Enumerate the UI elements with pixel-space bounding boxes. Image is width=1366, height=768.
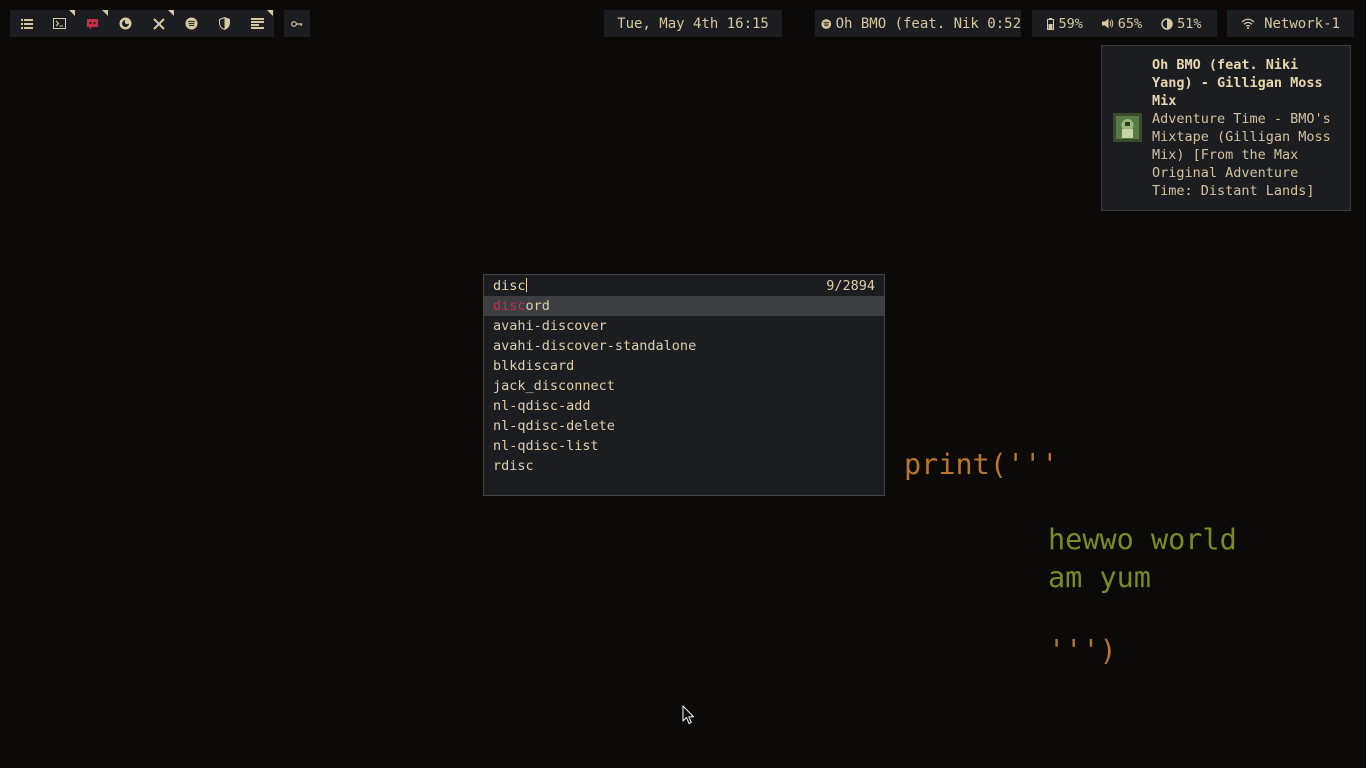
result-label: ord [525, 298, 550, 314]
result-label: blkdiscard [493, 358, 575, 374]
text-caret [525, 278, 527, 292]
volume-icon [1101, 18, 1114, 29]
workspace-6[interactable] [175, 10, 208, 37]
terminal-icon [53, 18, 66, 29]
result-item[interactable]: nl-qdisc-list [484, 436, 884, 456]
result-label: nl-qdisc-add [493, 398, 591, 414]
result-label: rdisc [493, 458, 534, 474]
volume-text: 65% [1117, 15, 1143, 32]
wallpaper-code-line: hewwo world [1048, 523, 1237, 556]
mouse-pointer-icon [682, 705, 695, 725]
firefox-icon [119, 17, 132, 30]
result-count: 9/2894 [826, 278, 875, 294]
brightness-text: 51% [1177, 15, 1202, 32]
clock-text: Tue, May 4th 16:15 [617, 15, 769, 32]
result-item[interactable]: nl-qdisc-add [484, 396, 884, 416]
wallpaper-code-line: am yum [1048, 561, 1151, 594]
battery-text: 59% [1058, 15, 1083, 32]
workspace-7[interactable] [208, 10, 241, 37]
result-label: avahi-discover [493, 318, 607, 334]
wifi-icon [1241, 18, 1255, 29]
shield-icon [219, 17, 230, 30]
system-stats: 59% 65% 51% [1032, 10, 1217, 37]
key-icon [291, 20, 303, 27]
result-label: nl-qdisc-list [493, 438, 599, 454]
brightness-module[interactable]: 51% [1161, 15, 1202, 32]
result-item[interactable]: nl-qdisc-delete [484, 416, 884, 436]
list-icon [20, 18, 33, 29]
discord-icon [87, 18, 98, 29]
result-item[interactable]: blkdiscard [484, 356, 884, 376]
tools-icon [152, 17, 165, 30]
match-highlight: disc [493, 298, 526, 314]
battery-icon [1047, 17, 1055, 30]
result-item[interactable]: jack_disconnect [484, 376, 884, 396]
result-label: jack_disconnect [493, 378, 615, 394]
wallpaper-code-line: ''') [1048, 634, 1117, 667]
volume-module[interactable]: 65% [1101, 15, 1143, 32]
result-item-selected[interactable]: discord [484, 296, 884, 316]
workspace-2[interactable] [43, 10, 76, 37]
clock[interactable]: Tue, May 4th 16:15 [604, 10, 782, 37]
result-list: discord avahi-discover avahi-discover-st… [484, 296, 884, 476]
media-text: Oh BMO (feat. Nik 0:52 [835, 15, 1021, 32]
result-item[interactable]: rdisc [484, 456, 884, 476]
app-launcher: disc 9/2894 discord avahi-discover avahi… [483, 274, 885, 496]
spotify-icon [185, 17, 198, 30]
workspace-bar [10, 10, 274, 37]
workspace-4[interactable] [109, 10, 142, 37]
album-art [1113, 113, 1142, 142]
network-text: Network-1 [1264, 15, 1340, 32]
key-indicator[interactable] [284, 10, 310, 37]
media-notification[interactable]: Oh BMO (feat. Niki Yang) - Gilligan Moss… [1101, 45, 1351, 211]
launcher-search-input[interactable]: disc [493, 276, 527, 296]
network-module[interactable]: Network-1 [1227, 10, 1354, 37]
spotify-icon [821, 18, 832, 29]
launcher-query: disc [493, 278, 526, 294]
media-player-module[interactable]: Oh BMO (feat. Nik 0:52 [815, 10, 1021, 37]
workspace-5[interactable] [142, 10, 175, 37]
result-item[interactable]: avahi-discover-standalone [484, 336, 884, 356]
result-label: nl-qdisc-delete [493, 418, 615, 434]
result-label: avahi-discover-standalone [493, 338, 697, 354]
notification-body: Adventure Time - BMO's Mixtape (Gilligan… [1152, 111, 1331, 199]
workspace-3[interactable] [76, 10, 109, 37]
result-item[interactable]: avahi-discover [484, 316, 884, 336]
media-icon [251, 18, 264, 29]
battery-module[interactable]: 59% [1047, 15, 1083, 32]
brightness-icon [1161, 17, 1173, 30]
workspace-8[interactable] [241, 10, 274, 37]
workspace-1[interactable] [10, 10, 43, 37]
wallpaper-code-line: print(''' [904, 448, 1059, 481]
notification-title: Oh BMO (feat. Niki Yang) - Gilligan Moss… [1152, 57, 1323, 109]
